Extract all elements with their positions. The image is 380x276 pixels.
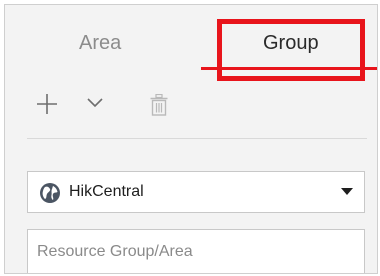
- search-input[interactable]: [27, 229, 365, 273]
- resource-panel: Area Group HikCentral: [4, 4, 378, 274]
- trash-icon[interactable]: [150, 94, 168, 116]
- chevron-down-icon[interactable]: [87, 98, 103, 108]
- globe-icon: [40, 183, 60, 203]
- toolbar-divider: [27, 138, 367, 139]
- site-selector-value: HikCentral: [69, 183, 144, 200]
- tab-area[interactable]: Area: [79, 31, 121, 55]
- site-selector-dropdown[interactable]: HikCentral: [27, 171, 365, 213]
- highlight-annotation-box: [217, 19, 365, 81]
- caret-down-icon[interactable]: [341, 188, 353, 195]
- plus-icon[interactable]: [36, 93, 58, 115]
